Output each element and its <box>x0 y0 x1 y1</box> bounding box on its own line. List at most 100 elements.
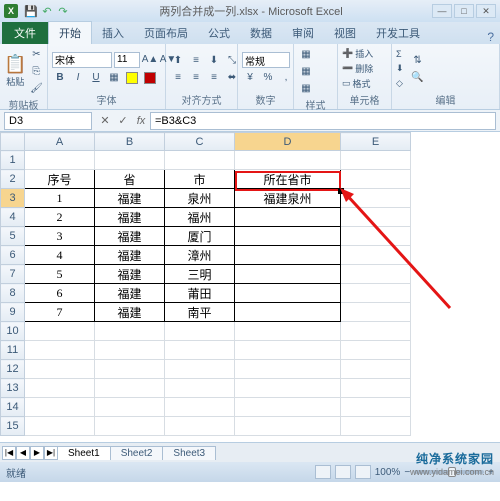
percent-button[interactable]: % <box>260 69 276 85</box>
developer-tab[interactable]: 开发工具 <box>366 22 430 44</box>
qat-save[interactable]: 💾 <box>24 4 38 18</box>
cell[interactable] <box>341 284 411 303</box>
select-all-corner[interactable] <box>1 133 25 151</box>
cancel-formula-icon[interactable]: ✕ <box>96 112 114 130</box>
cell[interactable] <box>341 417 411 436</box>
cell[interactable] <box>95 379 165 398</box>
cell[interactable] <box>341 265 411 284</box>
format-cells-button[interactable]: ▭格式 <box>342 77 373 91</box>
view-normal-button[interactable] <box>315 465 331 479</box>
fill-handle[interactable] <box>338 188 344 194</box>
autosum-button[interactable]: Σ <box>396 47 404 61</box>
sheet-nav-first[interactable]: |◀ <box>2 446 16 460</box>
cell[interactable] <box>235 208 341 227</box>
cell[interactable] <box>235 360 341 379</box>
col-header-d[interactable]: D <box>235 133 341 151</box>
ribbon-help-icon[interactable]: ? <box>487 30 494 44</box>
sheet-nav-prev[interactable]: ◀ <box>16 446 30 460</box>
cell[interactable] <box>341 246 411 265</box>
cell[interactable] <box>95 322 165 341</box>
cell[interactable] <box>341 379 411 398</box>
cell[interactable] <box>341 398 411 417</box>
cell[interactable] <box>341 189 411 208</box>
row-header[interactable]: 12 <box>1 360 25 379</box>
cell[interactable] <box>95 398 165 417</box>
cell[interactable] <box>235 398 341 417</box>
conditional-format-button[interactable]: ▦ <box>298 46 314 62</box>
row-header[interactable]: 2 <box>1 170 25 189</box>
cell[interactable]: 6 <box>25 284 95 303</box>
view-pagebreak-button[interactable] <box>355 465 371 479</box>
row-header[interactable]: 11 <box>1 341 25 360</box>
align-left-button[interactable]: ≡ <box>170 69 186 85</box>
align-top-button[interactable]: ⬆ <box>170 52 186 68</box>
cell[interactable] <box>235 265 341 284</box>
sheet-nav-last[interactable]: ▶| <box>44 446 58 460</box>
row-header[interactable]: 6 <box>1 246 25 265</box>
row-header[interactable]: 1 <box>1 151 25 170</box>
cell[interactable]: 5 <box>25 265 95 284</box>
formulas-tab[interactable]: 公式 <box>198 22 240 44</box>
cell[interactable] <box>25 379 95 398</box>
cell[interactable] <box>341 208 411 227</box>
row-header[interactable]: 4 <box>1 208 25 227</box>
number-format-select[interactable]: 常规 <box>242 52 290 68</box>
col-header-c[interactable]: C <box>165 133 235 151</box>
window-minimize[interactable]: — <box>432 4 452 18</box>
row-header[interactable]: 7 <box>1 265 25 284</box>
format-painter-button[interactable]: 🖌 <box>28 80 44 96</box>
review-tab[interactable]: 审阅 <box>282 22 324 44</box>
home-tab[interactable]: 开始 <box>48 21 92 44</box>
row-header[interactable]: 10 <box>1 322 25 341</box>
clear-button[interactable]: ◇ <box>396 77 404 91</box>
name-box[interactable]: D3 <box>4 112 92 130</box>
cell[interactable] <box>165 341 235 360</box>
zoom-percent[interactable]: 100% <box>375 467 401 478</box>
cell[interactable] <box>235 341 341 360</box>
border-button[interactable]: ▦ <box>106 70 122 86</box>
align-right-button[interactable]: ≡ <box>206 69 222 85</box>
cell[interactable] <box>165 379 235 398</box>
sheet-nav-next[interactable]: ▶ <box>30 446 44 460</box>
window-close[interactable]: ✕ <box>476 4 496 18</box>
cell[interactable]: 福建 <box>95 208 165 227</box>
cell[interactable]: 4 <box>25 246 95 265</box>
cell[interactable] <box>25 322 95 341</box>
cell[interactable] <box>341 360 411 379</box>
sort-filter-button[interactable]: ⇅ <box>410 52 426 68</box>
cell[interactable] <box>165 360 235 379</box>
cell[interactable] <box>235 246 341 265</box>
row-header[interactable]: 9 <box>1 303 25 322</box>
comma-button[interactable]: , <box>278 69 294 85</box>
cell[interactable] <box>235 303 341 322</box>
cell[interactable]: 泉州 <box>165 189 235 208</box>
row-header[interactable]: 3 <box>1 189 25 208</box>
insert-tab[interactable]: 插入 <box>92 22 134 44</box>
cell[interactable]: 3 <box>25 227 95 246</box>
paste-button[interactable]: 📋 粘贴 <box>4 46 26 96</box>
find-select-button[interactable]: 🔍 <box>410 69 426 85</box>
cell[interactable] <box>25 417 95 436</box>
cell[interactable] <box>165 398 235 417</box>
cell[interactable] <box>341 151 411 170</box>
row-header[interactable]: 15 <box>1 417 25 436</box>
sheet-tab-3[interactable]: Sheet3 <box>162 446 216 460</box>
fx-icon[interactable]: fx <box>132 112 150 130</box>
cell[interactable] <box>235 284 341 303</box>
cell[interactable] <box>235 417 341 436</box>
row-header[interactable]: 14 <box>1 398 25 417</box>
cell[interactable] <box>235 227 341 246</box>
sheet-tab-2[interactable]: Sheet2 <box>110 446 164 460</box>
cell[interactable] <box>235 379 341 398</box>
copy-button[interactable]: ⎘ <box>28 63 44 79</box>
cell[interactable]: 福建 <box>95 303 165 322</box>
currency-button[interactable]: ¥ <box>242 69 258 85</box>
worksheet-grid[interactable]: A B C D E 1 2 序号 省 市 所在省市 3 1 福建 泉州 福建泉州… <box>0 132 500 442</box>
cell[interactable]: 福建 <box>95 227 165 246</box>
cell[interactable] <box>341 341 411 360</box>
formula-input[interactable]: =B3&C3 <box>150 112 496 130</box>
cell[interactable] <box>235 322 341 341</box>
row-header[interactable]: 8 <box>1 284 25 303</box>
insert-cells-button[interactable]: ➕插入 <box>342 47 373 61</box>
row-header[interactable]: 13 <box>1 379 25 398</box>
